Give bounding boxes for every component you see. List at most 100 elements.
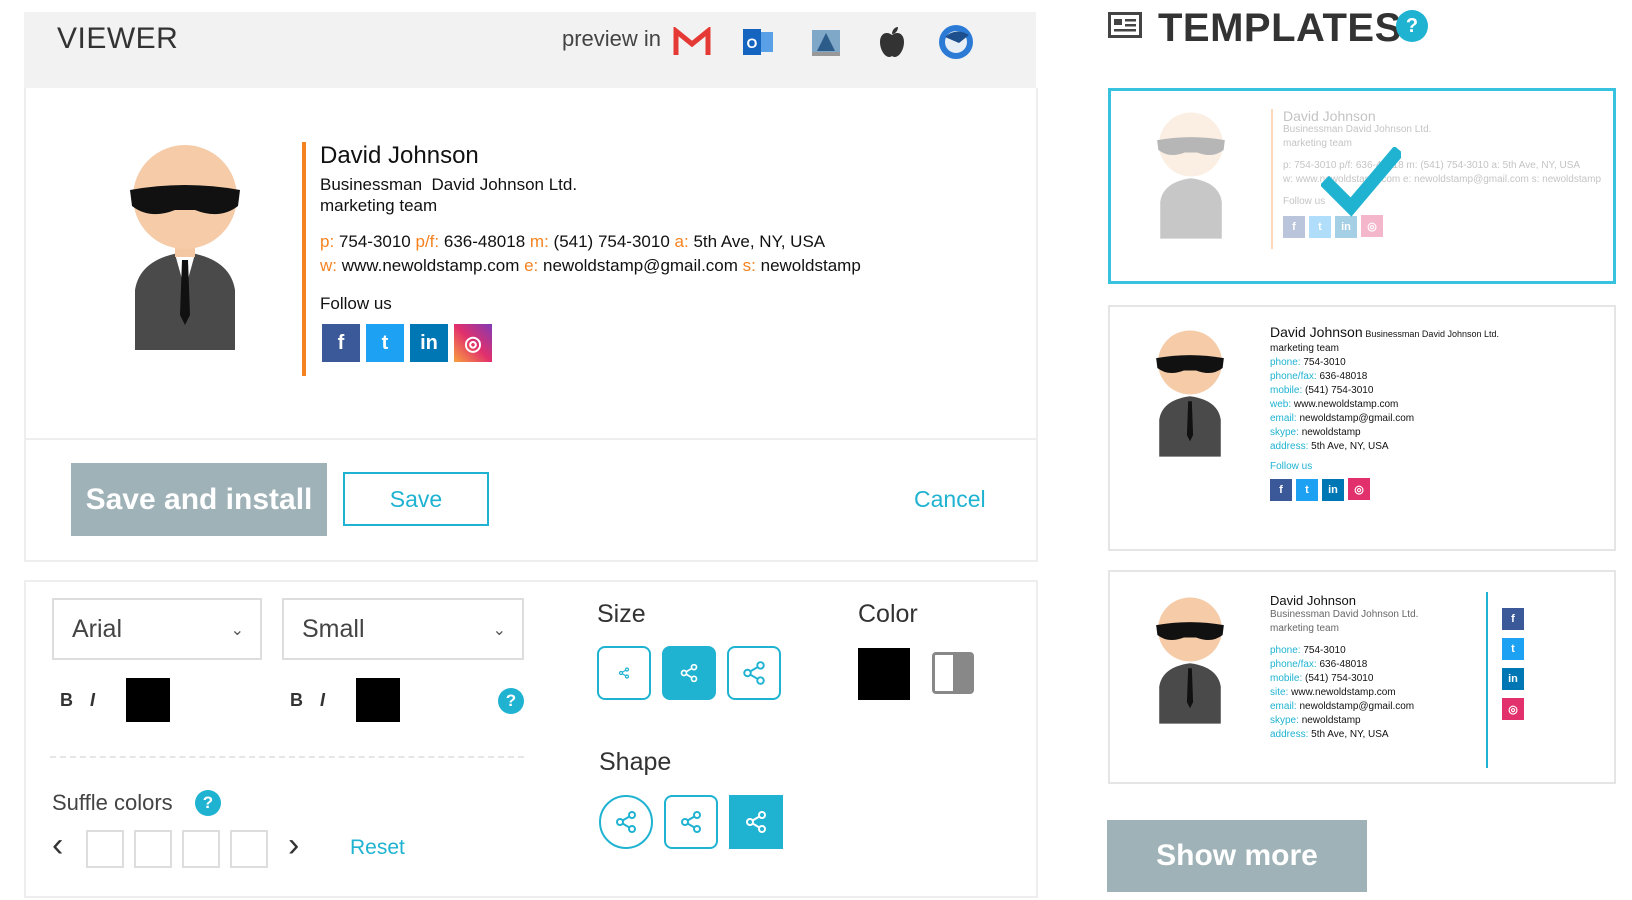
facebook-icon: f <box>1502 608 1524 630</box>
shape-square-button[interactable] <box>729 795 783 849</box>
help-icon[interactable]: ? <box>1396 10 1428 42</box>
signature-company: David Johnson Ltd. <box>431 175 578 194</box>
row-label: phone/fax: <box>1270 371 1317 382</box>
row-label: web: <box>1270 399 1292 410</box>
template-preview-text: David Johnson Businessman David Johnson … <box>1270 594 1418 742</box>
gmail-icon[interactable] <box>672 22 712 62</box>
reset-link[interactable]: Reset <box>350 836 405 860</box>
save-button[interactable]: Save <box>343 472 489 526</box>
checkmark-icon <box>1319 145 1405 222</box>
shape-rounded-button[interactable] <box>664 795 718 849</box>
save-and-install-button[interactable]: Save and install <box>71 463 327 536</box>
italic-toggle-2[interactable]: I <box>320 690 325 711</box>
signature-contact-line-1: p: 754-3010 p/f: 636-48018 m: (541) 754-… <box>320 232 825 252</box>
contrast-icon[interactable] <box>932 652 974 694</box>
template-team: marketing team <box>1270 343 1339 354</box>
shuffle-color-slot[interactable] <box>182 830 220 868</box>
icon-size-large-button[interactable] <box>727 646 781 700</box>
instagram-icon[interactable]: ◎ <box>454 324 492 362</box>
signature-title: Businessman <box>320 175 423 194</box>
shuffle-color-slot[interactable] <box>230 830 268 868</box>
signature-title-line: Businessman David Johnson Ltd. <box>320 175 577 195</box>
row-value: newoldstamp@gmail.com <box>1299 413 1415 424</box>
text-color-swatch-1[interactable] <box>126 678 170 722</box>
signature-name: David Johnson <box>320 142 479 169</box>
social-icons: f t in ◎ <box>322 324 492 362</box>
shuffle-colors-label: Suffle colors <box>52 790 173 815</box>
italic-toggle-1[interactable]: I <box>90 690 95 711</box>
show-more-button[interactable]: Show more <box>1107 820 1367 892</box>
template-divider <box>1486 592 1488 768</box>
shuffle-next-button[interactable]: › <box>288 826 299 865</box>
signature-divider <box>302 142 306 376</box>
row-value: 5th Ave, NY, USA <box>1311 729 1389 740</box>
twitter-icon[interactable]: t <box>366 324 404 362</box>
template-card[interactable]: David Johnson Businessman David Johnson … <box>1108 570 1616 784</box>
share-icon <box>680 663 698 683</box>
font-size-select[interactable]: Small ⌄ <box>282 598 524 660</box>
shape-circle-button[interactable] <box>599 795 653 849</box>
templates-title: TEMPLATES <box>1158 6 1402 50</box>
share-icon <box>616 811 636 833</box>
thunderbird-icon[interactable] <box>936 22 976 62</box>
help-icon[interactable]: ? <box>498 688 524 714</box>
template-team: marketing team <box>1270 623 1339 634</box>
template-name: David Johnson <box>1283 108 1376 124</box>
row-label: phone/fax: <box>1270 659 1317 670</box>
row-value: (541) 754-3010 <box>1305 673 1374 684</box>
skype-value: newoldstamp <box>760 256 861 275</box>
template-card[interactable]: David Johnson Businessman David Johnson … <box>1108 305 1616 551</box>
web-value[interactable]: www.newoldstamp.com <box>342 256 520 275</box>
font-family-select[interactable]: Arial ⌄ <box>52 598 262 660</box>
phonefax-value: 636-48018 <box>443 232 526 251</box>
signature-divider <box>1271 109 1273 249</box>
instagram-icon: ◎ <box>1502 698 1524 720</box>
skype-label: s: <box>742 256 756 275</box>
template-title: Businessman David Johnson Ltd. <box>1270 609 1419 620</box>
preview-label: preview in <box>562 26 662 51</box>
help-icon[interactable]: ? <box>195 790 221 816</box>
bold-toggle-1[interactable]: B <box>60 690 73 711</box>
template-title: Businessman David Johnson Ltd. <box>1365 329 1499 339</box>
chevron-down-icon: ⌄ <box>230 622 244 639</box>
follow-us-label: Follow us <box>320 294 392 313</box>
facebook-icon: f <box>1283 215 1305 238</box>
template-card-selected[interactable]: David Johnson Businessman David Johnson … <box>1108 88 1616 284</box>
icon-size-small-button[interactable] <box>597 646 651 700</box>
signature-contact-line-2: w: www.newoldstamp.com e: newoldstamp@gm… <box>320 256 861 276</box>
share-icon <box>681 811 701 833</box>
email-value[interactable]: newoldstamp@gmail.com <box>543 256 738 275</box>
linkedin-icon[interactable]: in <box>410 324 448 362</box>
row-label: email: <box>1270 701 1297 712</box>
viewer-title: VIEWER <box>57 22 179 55</box>
phone-label: p: <box>320 232 335 251</box>
shuffle-color-slot[interactable] <box>134 830 172 868</box>
row-value: newoldstamp <box>1301 715 1361 726</box>
text-color-swatch-2[interactable] <box>356 678 400 722</box>
facebook-icon: f <box>1270 478 1292 501</box>
outlook-icon[interactable]: O <box>738 22 778 62</box>
row-label: email: <box>1270 413 1297 424</box>
apple-icon[interactable] <box>872 22 912 62</box>
shuffle-color-slots <box>86 830 268 868</box>
apple-mail-icon[interactable] <box>806 22 846 62</box>
cancel-link[interactable]: Cancel <box>914 486 986 513</box>
row-label: address: <box>1270 729 1309 740</box>
chevron-down-icon: ⌄ <box>492 622 506 639</box>
bold-toggle-2[interactable]: B <box>290 690 303 711</box>
icon-color-swatch[interactable] <box>858 648 910 700</box>
template-name: David Johnson <box>1270 324 1363 340</box>
share-icon <box>618 667 630 679</box>
template-preview-text: David Johnson Businessman David Johnson … <box>1270 325 1499 501</box>
twitter-icon: t <box>1296 478 1318 501</box>
shape-title: Shape <box>599 748 672 776</box>
avatar <box>1151 109 1231 244</box>
facebook-icon[interactable]: f <box>322 324 360 362</box>
shuffle-prev-button[interactable]: ‹ <box>52 826 63 865</box>
icon-size-medium-button[interactable] <box>662 646 716 700</box>
row-label: skype: <box>1270 427 1299 438</box>
address-label: a: <box>674 232 689 251</box>
avatar <box>1150 594 1230 729</box>
shuffle-color-slot[interactable] <box>86 830 124 868</box>
phone-value: 754-3010 <box>338 232 411 251</box>
